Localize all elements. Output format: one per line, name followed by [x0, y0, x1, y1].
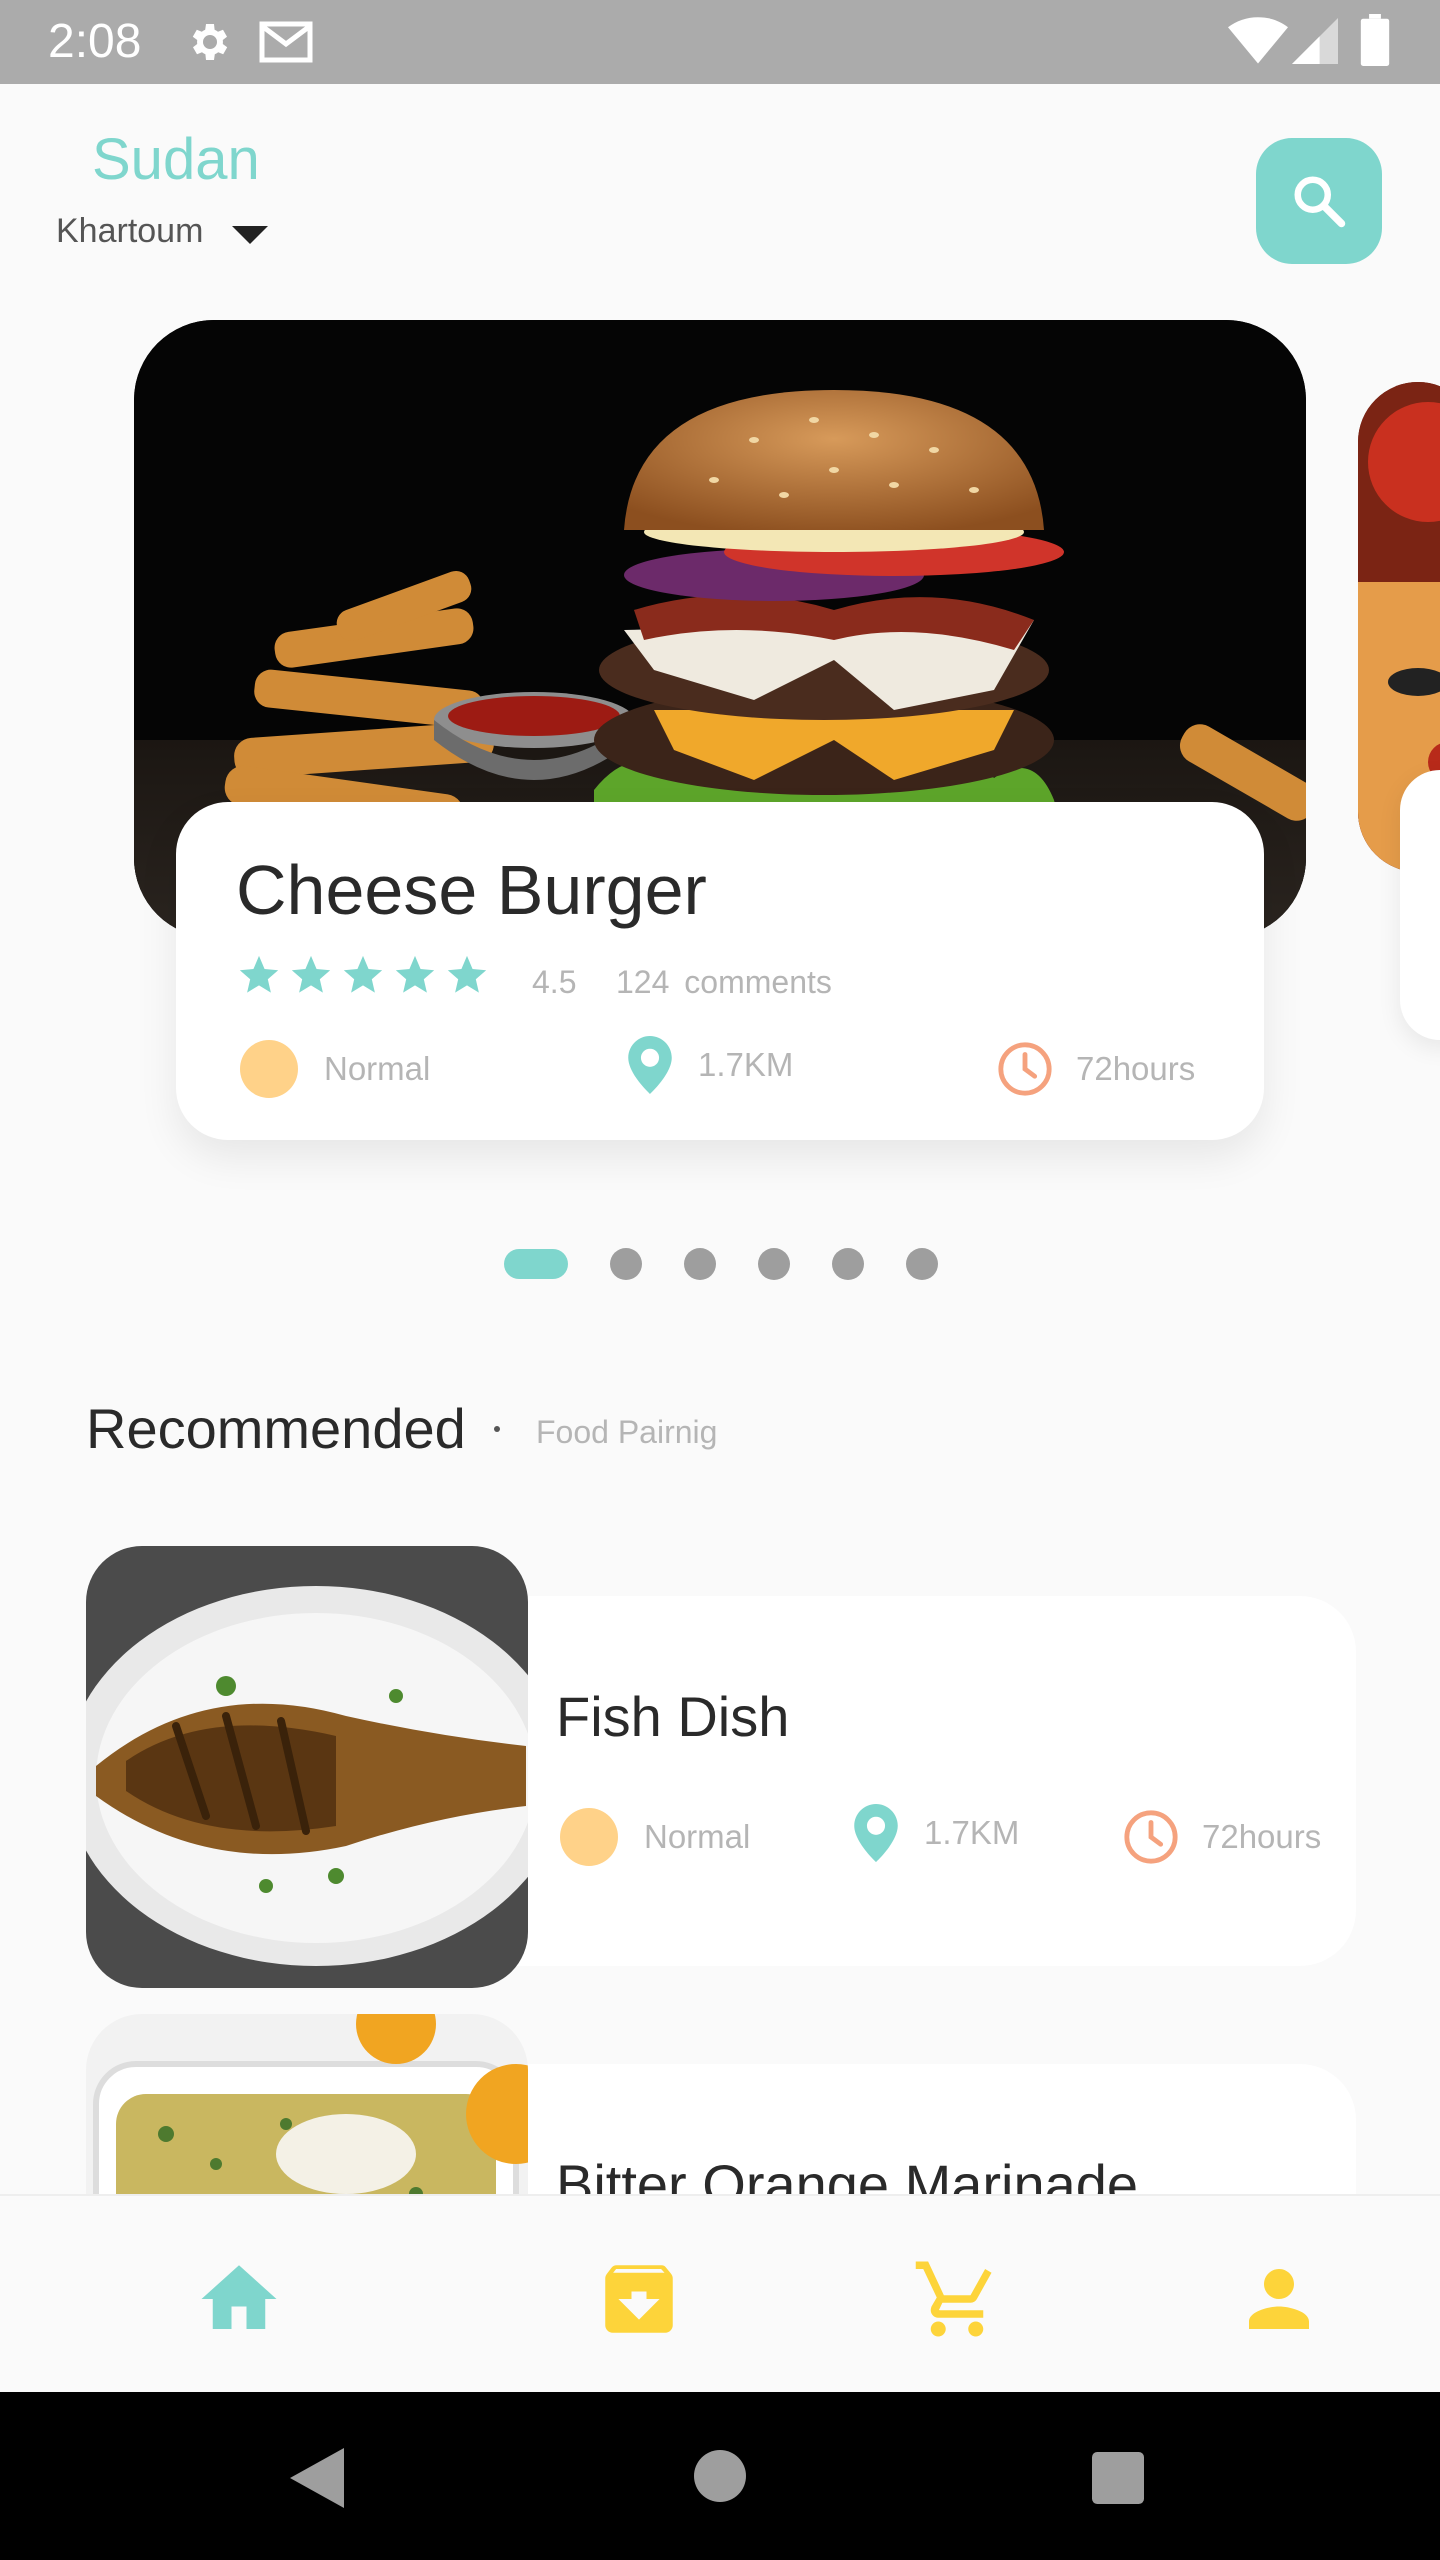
home-icon[interactable] [194, 2254, 284, 2344]
section-subtitle[interactable]: Food Pairnig [536, 1414, 717, 1451]
clock-icon [998, 1042, 1052, 1096]
carousel-indicator [504, 1248, 938, 1280]
level-info: Normal [240, 1040, 430, 1098]
list-item-title: Fish Dish [556, 1685, 790, 1748]
distance-label: 1.7KM [924, 1814, 1020, 1851]
back-icon[interactable] [290, 2448, 344, 2508]
gmail-icon [259, 21, 313, 63]
caret-down-icon[interactable] [232, 226, 268, 246]
signal-icon [1292, 18, 1338, 64]
list-item-image [86, 1546, 528, 1988]
duration-label: 72hours [1202, 1818, 1322, 1855]
search-icon [1294, 176, 1346, 228]
star-icon [343, 955, 383, 993]
distance-info: 1.7KM [628, 1036, 793, 1094]
settings-icon [192, 24, 228, 60]
status-time: 2:08 [48, 15, 142, 68]
list-item-image [86, 2014, 528, 2194]
duration-info: 72hours [996, 1040, 1195, 1098]
comments-number: 124 [616, 964, 670, 1000]
list-item[interactable]: Bitter Orange Marinade [86, 2014, 1356, 2194]
level-label: Normal [324, 1050, 431, 1087]
archive-download-icon[interactable] [594, 2254, 684, 2344]
location-pin-icon [628, 1036, 672, 1094]
bottom-navigation [0, 2194, 1440, 2394]
star-icon [447, 955, 487, 993]
home-circle-icon[interactable] [694, 2450, 746, 2502]
city-selector-label[interactable]: Khartoum [56, 212, 203, 251]
star-icon [239, 955, 279, 993]
distance-info: 1.7KM [854, 1804, 1019, 1862]
carousel-dot[interactable] [610, 1248, 642, 1280]
duration-info: 72hours [1122, 1808, 1321, 1866]
level-dot-icon [240, 1040, 298, 1098]
star-icon [291, 955, 331, 993]
level-info: Normal [560, 1808, 750, 1866]
rating-stars [236, 952, 490, 998]
star-icon [395, 955, 435, 993]
wifi-icon [1228, 17, 1288, 64]
carousel-dot[interactable] [832, 1248, 864, 1280]
battery-icon [1360, 14, 1390, 66]
list-item[interactable]: Fish Dish Normal 1.7KM 72hours [86, 1546, 1356, 1988]
carousel-dot[interactable] [758, 1248, 790, 1280]
carousel-dot-active[interactable] [504, 1249, 568, 1279]
level-label: Normal [644, 1818, 751, 1855]
level-dot-icon [560, 1808, 618, 1866]
carousel-dot[interactable] [906, 1248, 938, 1280]
recents-icon[interactable] [1092, 2452, 1144, 2504]
list-item-title: Bitter Orange Marinade [556, 2153, 1139, 2194]
section-title: Recommended [86, 1397, 466, 1460]
featured-food-card[interactable]: Cheese Burger 4.5 124 comments Normal 1.… [176, 802, 1264, 1140]
clock-icon [1124, 1810, 1178, 1864]
distance-label: 1.7KM [698, 1046, 794, 1083]
separator-dot [494, 1426, 500, 1432]
next-food-card[interactable] [1400, 770, 1440, 1040]
profile-icon[interactable] [1234, 2254, 1324, 2344]
location-pin-icon [854, 1804, 898, 1862]
comments-label: comments [684, 964, 832, 1000]
duration-label: 72hours [1076, 1050, 1196, 1087]
comments-count[interactable]: 124 comments [616, 964, 832, 1001]
featured-food-title: Cheese Burger [236, 851, 707, 929]
status-bar: 2:08 [0, 0, 1440, 84]
cart-icon[interactable] [912, 2254, 1002, 2344]
system-navigation-bar [0, 2392, 1440, 2560]
search-button[interactable] [1256, 138, 1382, 264]
country-title: Sudan [92, 127, 260, 192]
rating-value: 4.5 [532, 964, 577, 1000]
carousel-dot[interactable] [684, 1248, 716, 1280]
